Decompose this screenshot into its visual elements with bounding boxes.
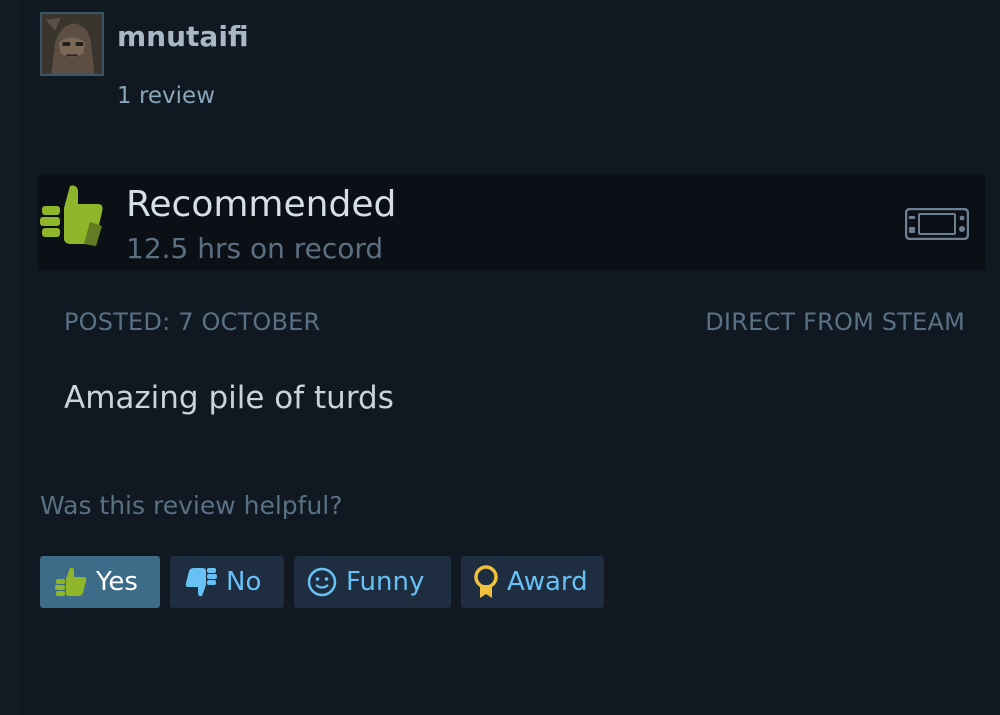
avatar[interactable] <box>40 12 104 76</box>
thumbs-up-icon <box>55 567 87 596</box>
award-ribbon-icon <box>474 565 498 598</box>
yes-label: Yes <box>96 567 138 597</box>
recommendation-status: Recommended <box>126 184 397 225</box>
left-strip <box>0 0 20 715</box>
helpful-question: Was this review helpful? <box>40 491 343 520</box>
posted-date: POSTED: 7 OCTOBER <box>64 308 321 336</box>
steam-deck-icon <box>905 208 969 240</box>
funny-button[interactable]: Funny <box>294 556 451 608</box>
author-name[interactable]: mnutaifi <box>117 20 249 53</box>
award-button[interactable]: Award <box>461 556 604 608</box>
review-source: DIRECT FROM STEAM <box>705 308 965 336</box>
funny-label: Funny <box>346 567 425 597</box>
avatar-image <box>42 14 102 74</box>
recommendation-bar: Recommended 12.5 hrs on record <box>38 174 985 270</box>
smiley-icon <box>307 567 337 597</box>
no-label: No <box>226 567 262 597</box>
award-label: Award <box>507 567 588 597</box>
thumbs-down-icon <box>185 568 217 597</box>
thumbs-up-icon <box>40 185 103 246</box>
no-button[interactable]: No <box>170 556 284 608</box>
yes-button[interactable]: Yes <box>40 556 160 608</box>
review-text: Amazing pile of turds <box>64 380 394 416</box>
author-review-count[interactable]: 1 review <box>117 83 215 109</box>
hours-on-record: 12.5 hrs on record <box>126 232 384 265</box>
